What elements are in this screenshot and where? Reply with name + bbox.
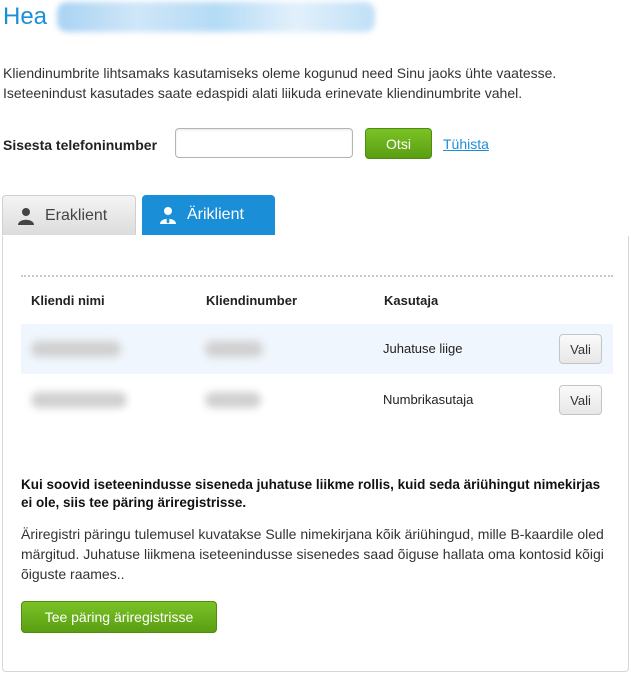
column-header-name: Kliendi nimi [31,293,105,308]
business-registry-query-button[interactable]: Tee päring äriregistrisse [21,601,217,633]
redacted-user-name [57,2,376,32]
phone-number-input[interactable] [175,128,353,158]
intro-text: Kliendinumbrite lihtsamaks kasutamiseks … [3,63,623,103]
divider [21,275,613,277]
notice-title: Kui soovid iseteenindusse siseneda juhat… [21,477,601,510]
tab-private-customer[interactable]: Eraklient [2,195,136,235]
person-icon [17,207,35,225]
redacted-customer-number [205,392,261,408]
business-customer-panel: Kliendi nimi Kliendinumber Kasutaja Juha… [2,236,629,672]
redacted-customer-name [31,392,127,408]
user-role: Juhatuse liige [383,341,463,356]
table-row: Juhatuse liige Vali [21,324,613,374]
tab-business-label: Äriklient [187,206,244,223]
business-person-icon [159,206,177,224]
tab-private-label: Eraklient [45,206,108,224]
search-button[interactable]: Otsi [365,128,432,159]
redacted-customer-name [31,341,121,357]
intro-line-1: Kliendinumbrite lihtsamaks kasutamiseks … [3,65,557,81]
select-button[interactable]: Vali [559,334,602,364]
tab-business-customer[interactable]: Äriklient [142,195,275,235]
customer-type-tabs: Eraklient Äriklient [2,195,281,235]
intro-line-2: Iseteenindust kasutades saate edaspidi a… [3,85,523,101]
table-row: Numbrikasutaja Vali [21,375,613,425]
select-button[interactable]: Vali [559,385,602,415]
user-role: Numbrikasutaja [383,392,474,407]
redacted-customer-number [205,341,263,357]
greeting-text: Hea [3,3,48,30]
notice-body: Äriregistri päringu tulemusel kuvatakse … [21,526,604,582]
column-header-number: Kliendinumber [206,293,298,308]
column-header-user: Kasutaja [384,293,439,308]
greeting-heading: Hea [3,2,376,32]
clear-link[interactable]: Tühista [443,136,489,152]
phone-search-row: Sisesta telefoninumber Otsi Tühista [3,128,489,162]
phone-search-label: Sisesta telefoninumber [3,137,158,153]
